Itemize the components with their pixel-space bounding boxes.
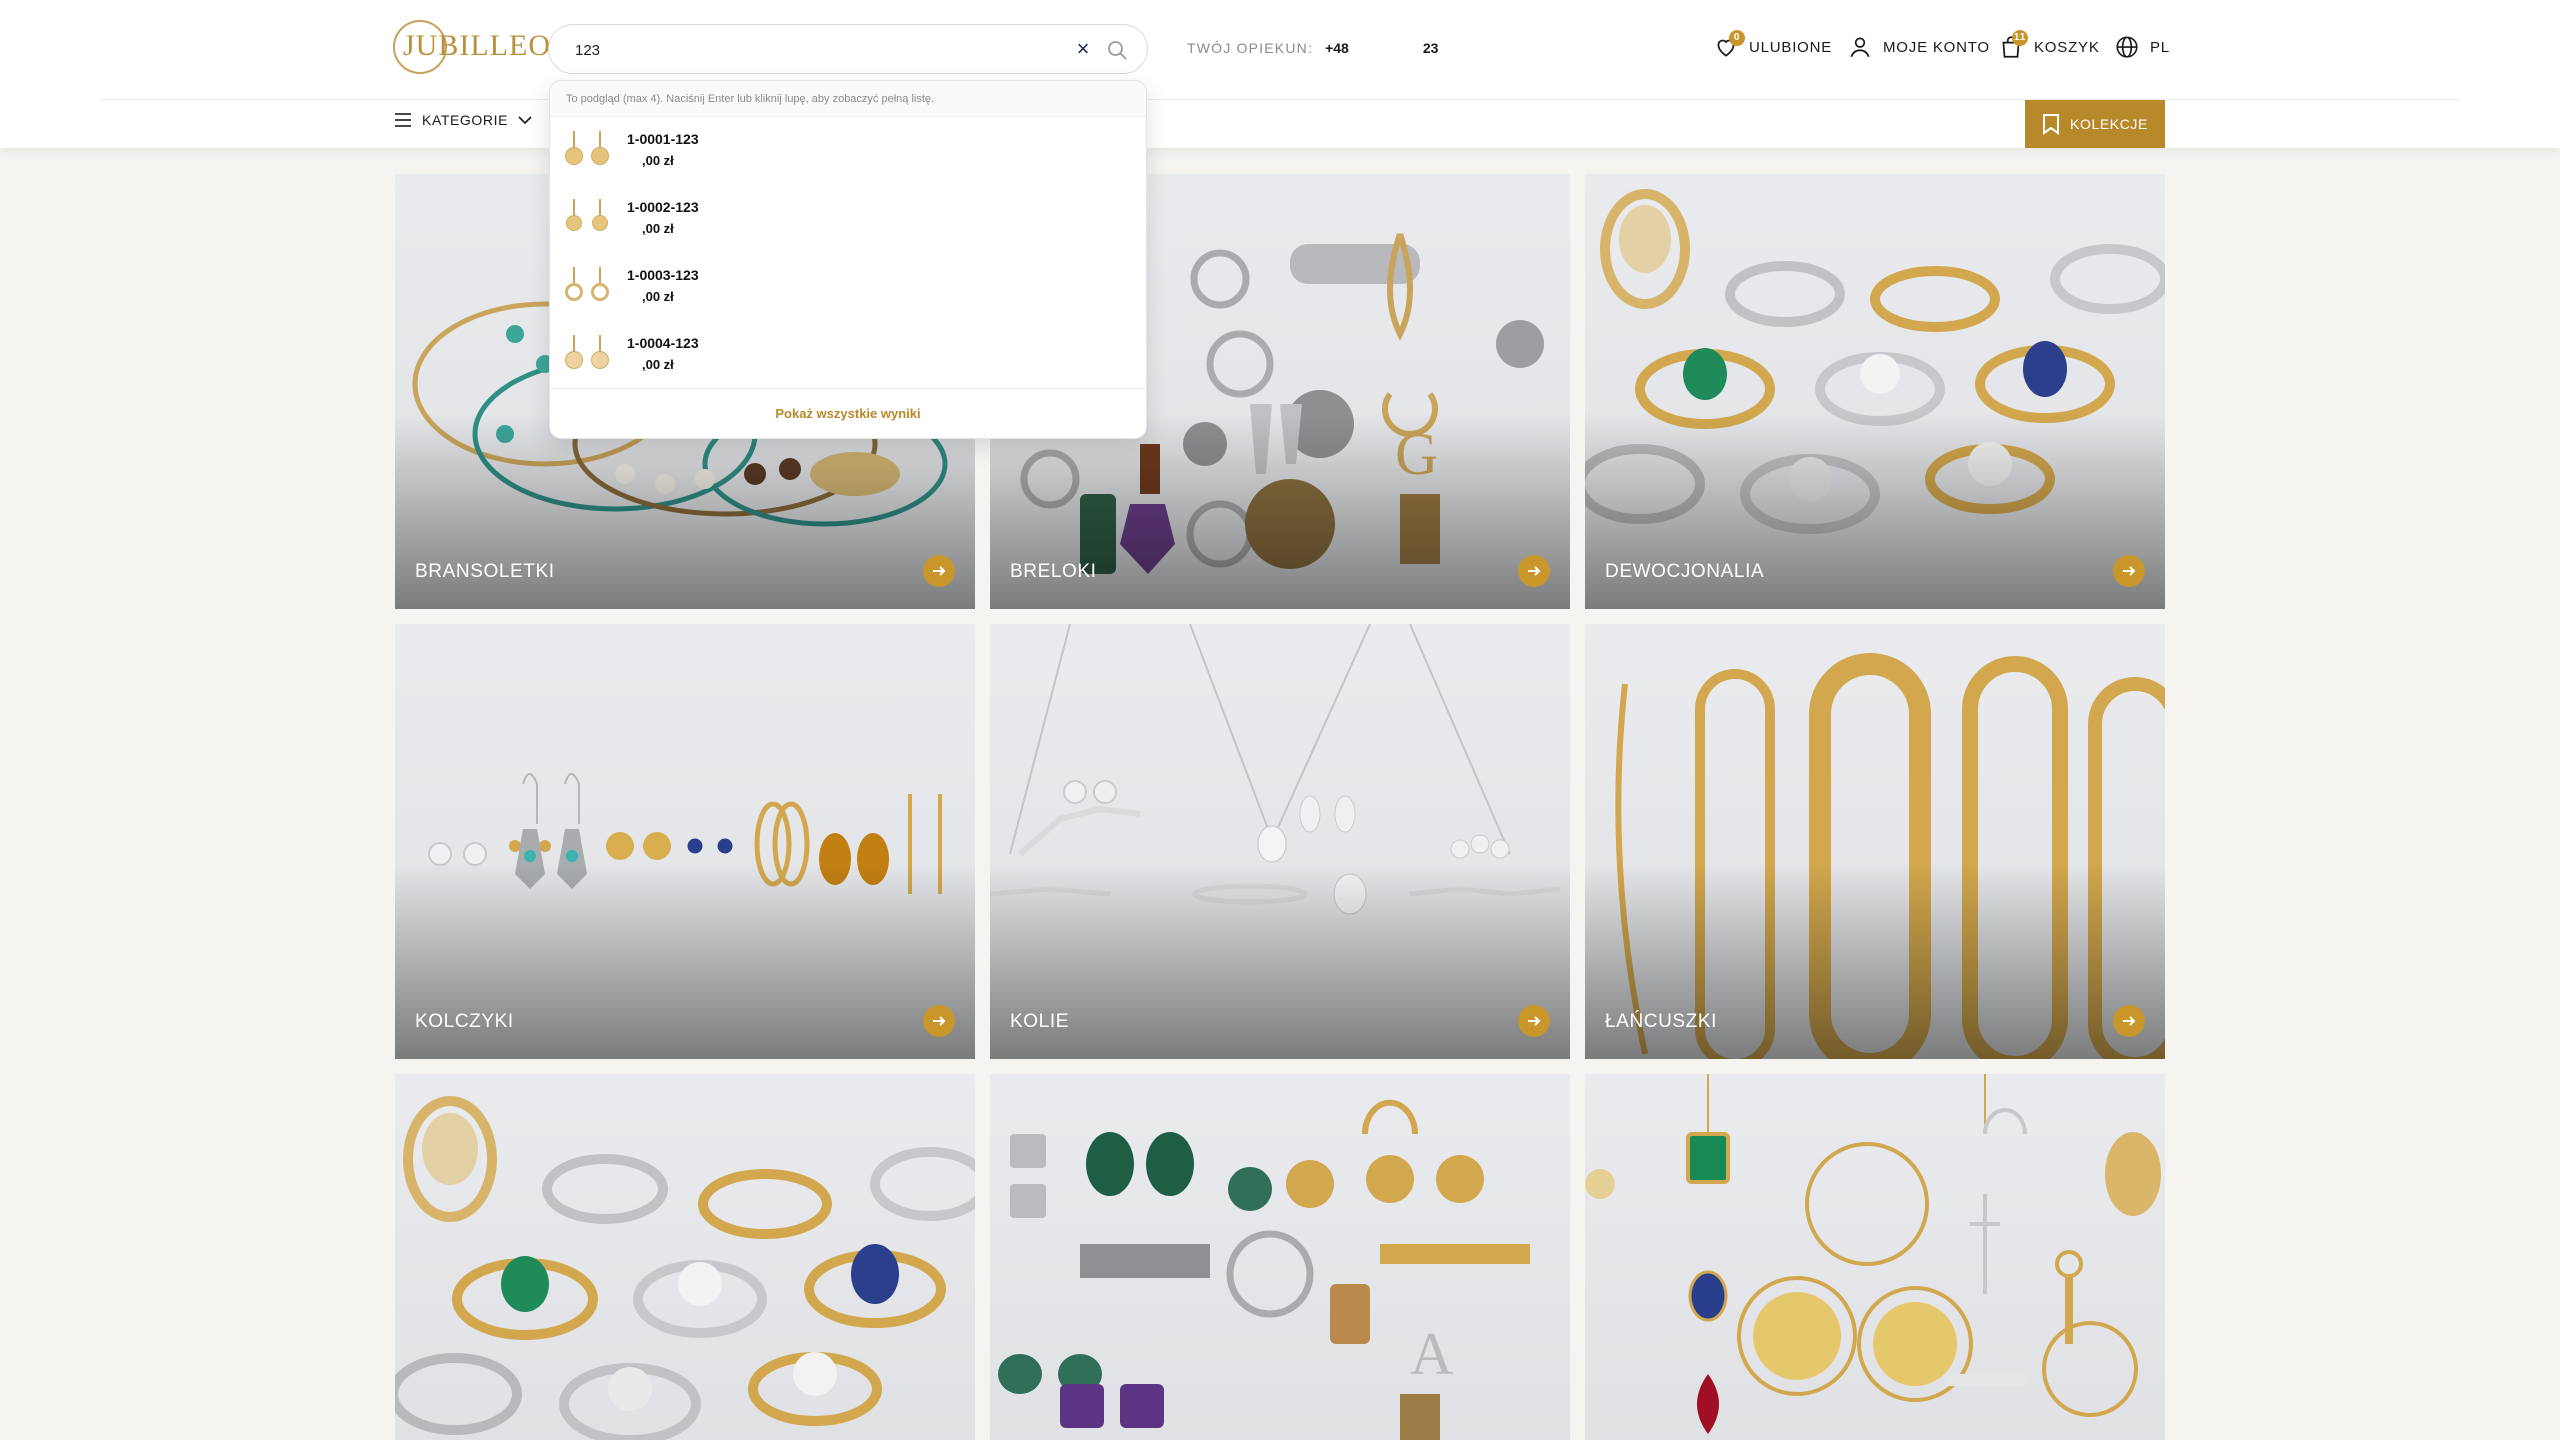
cart-count-badge: 11 [2012,30,2028,46]
arrow-right-icon [2113,555,2145,587]
collections-button[interactable]: KOLEKCJE [2025,100,2165,148]
language-label: PL [2150,38,2170,56]
arrow-right-icon [923,555,955,587]
chevron-down-icon [518,116,532,125]
heart-icon: 0 [1713,30,1745,60]
product-code: 1-0001-123 [627,131,699,147]
categories-label: KATEGORIE [422,112,509,128]
product-price: ,00 zł [642,289,674,304]
advisor-phone[interactable]: +48 [1325,40,1349,56]
account-label: MOJE KONTO [1883,38,1990,56]
category-label: KOLCZYKI [415,1011,514,1032]
svg-text:A: A [1410,1321,1453,1387]
logo[interactable]: JUBILLEO [393,18,550,74]
category-tile-row3-2[interactable]: A [990,1074,1570,1440]
collections-label: KOLEKCJE [2070,116,2148,132]
language-switcher[interactable]: PL [2114,34,2170,60]
tile-gradient [990,863,1570,1059]
product-code: 1-0002-123 [627,199,699,215]
product-code: 1-0003-123 [627,267,699,283]
product-thumbnail [564,267,616,307]
show-all-results-link[interactable]: Pokaż wszystkie wyniki [550,388,1146,438]
product-price: ,00 zł [642,221,674,236]
category-label: KOLIE [1010,1011,1069,1032]
search-icon[interactable] [1105,38,1129,62]
globe-icon [2116,36,2138,58]
category-tile-dewocjonalia[interactable]: DEWOCJONALIA [1585,174,2165,609]
search-results-dropdown: To podgląd (max 4). Naciśnij Enter lub k… [549,80,1147,439]
favorites-label: ULUBIONE [1749,38,1833,56]
category-label: DEWOCJONALIA [1605,561,1765,582]
category-tile-row3-1[interactable] [395,1074,975,1440]
logo-text: JUBILLEO [403,29,551,62]
category-tile-kolie[interactable]: KOLIE [990,624,1570,1059]
category-tile-lancuszki[interactable]: ŁAŃCUSZKI [1585,624,2165,1059]
search-result-item[interactable]: 1-0003-123 ,00 zł [550,253,1146,321]
arrow-right-icon [1518,1005,1550,1037]
product-code: 1-0004-123 [627,335,699,351]
product-price: ,00 zł [642,153,674,168]
bookmark-icon [2043,114,2060,135]
cart-link[interactable]: 11 KOSZYK [1998,30,2100,60]
favorites-link[interactable]: 0 ULUBIONE [1713,30,1833,60]
arrow-right-icon [923,1005,955,1037]
pendants-image [1585,1074,2161,1434]
arrow-right-icon [1518,555,1550,587]
advisor-label: TWÓJ OPIEKUN: [1187,40,1314,56]
category-label: ŁAŃCUSZKI [1605,1011,1718,1032]
product-thumbnail [564,199,616,239]
hamburger-icon [395,113,411,127]
search-box: × [548,24,1148,74]
arrow-right-icon [2113,1005,2145,1037]
product-thumbnail [564,335,616,375]
cufflinks-image: A [998,1099,1530,1440]
advisor-info: TWÓJ OPIEKUN: +48 23 [1187,40,1438,56]
category-tile-kolczyki[interactable]: KOLCZYKI [395,624,975,1059]
search-input[interactable] [575,37,1055,63]
product-thumbnail [564,131,616,171]
rings-image [395,1096,975,1440]
clear-icon[interactable]: × [1071,36,1095,61]
category-label: BRELOKI [1010,561,1097,582]
category-label: BRANSOLETKI [415,561,555,582]
user-icon [1850,37,1870,58]
bag-icon: 11 [1998,30,2028,60]
search-result-item[interactable]: 1-0001-123 ,00 zł [550,117,1146,185]
favorites-count-badge: 0 [1729,30,1745,46]
advisor-phone-suffix[interactable]: 23 [1423,40,1439,56]
search-result-item[interactable]: 1-0002-123 ,00 zł [550,185,1146,253]
search-preview-hint: To podgląd (max 4). Naciśnij Enter lub k… [550,81,1146,117]
search-result-item[interactable]: 1-0004-123 ,00 zł [550,321,1146,389]
account-link[interactable]: MOJE KONTO [1847,34,1990,60]
site-header: JUBILLEO × TWÓJ OPIEKUN: +48 23 0 ULUBIO… [0,0,2560,148]
category-tile-row3-3[interactable] [1585,1074,2165,1440]
categories-menu-button[interactable]: KATEGORIE [394,112,532,128]
cart-label: KOSZYK [2034,38,2100,56]
product-price: ,00 zł [642,357,674,372]
